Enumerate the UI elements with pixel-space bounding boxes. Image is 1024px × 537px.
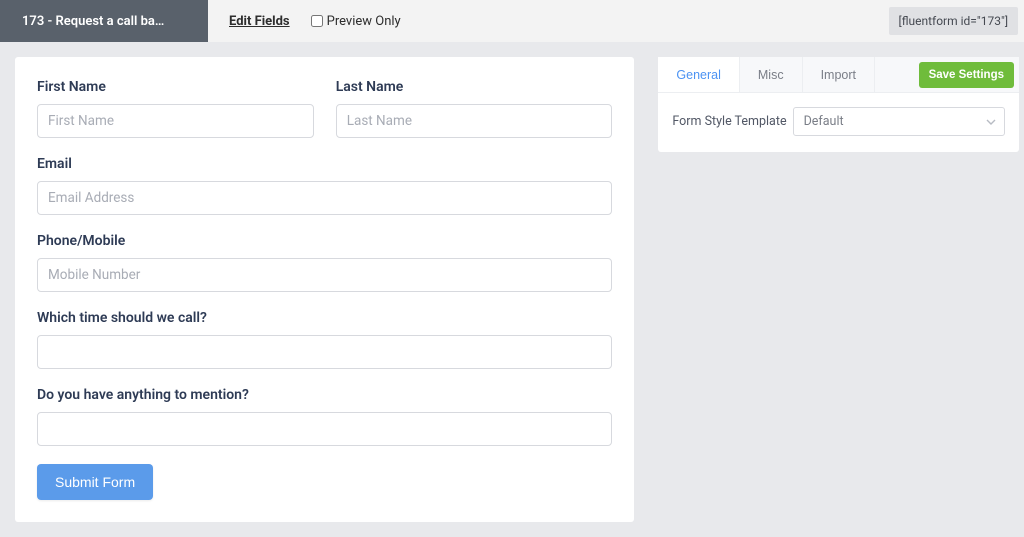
- style-template-label: Form Style Template: [672, 114, 786, 129]
- tab-general[interactable]: General: [658, 57, 739, 92]
- style-template-select[interactable]: Default: [793, 107, 1005, 136]
- style-template-value: Default: [793, 107, 1005, 136]
- form-title-text: 173 - Request a call ba…: [22, 14, 164, 29]
- call-time-label: Which time should we call?: [37, 310, 612, 326]
- call-time-group: Which time should we call?: [37, 310, 612, 369]
- name-row: First Name Last Name: [37, 79, 612, 156]
- last-name-group: Last Name: [336, 79, 613, 138]
- first-name-label: First Name: [37, 79, 314, 95]
- first-name-group: First Name: [37, 79, 314, 138]
- message-group: Do you have anything to mention?: [37, 387, 612, 446]
- message-input[interactable]: [37, 412, 612, 446]
- tab-misc[interactable]: Misc: [740, 57, 803, 92]
- main-area: First Name Last Name Email Phone/Mobile …: [0, 42, 1024, 537]
- form-title-tab[interactable]: 173 - Request a call ba…: [0, 0, 208, 42]
- submit-button[interactable]: Submit Form: [37, 464, 153, 500]
- call-time-input[interactable]: [37, 335, 612, 369]
- phone-group: Phone/Mobile: [37, 233, 612, 292]
- message-label: Do you have anything to mention?: [37, 387, 612, 403]
- preview-only-checkbox[interactable]: [311, 15, 323, 27]
- email-input[interactable]: [37, 181, 612, 215]
- phone-label: Phone/Mobile: [37, 233, 612, 249]
- save-settings-button[interactable]: Save Settings: [919, 62, 1014, 88]
- form-preview-panel: First Name Last Name Email Phone/Mobile …: [15, 57, 634, 522]
- tab-import[interactable]: Import: [803, 57, 875, 92]
- last-name-input[interactable]: [336, 104, 613, 138]
- edit-fields-link[interactable]: Edit Fields: [208, 14, 311, 29]
- email-label: Email: [37, 156, 612, 172]
- preview-only-label: Preview Only: [327, 14, 401, 29]
- settings-tabs: General Misc Import Save Settings: [658, 57, 1019, 93]
- form-shortcode[interactable]: [fluentform id="173"]: [889, 7, 1018, 35]
- first-name-input[interactable]: [37, 104, 314, 138]
- settings-panel: General Misc Import Save Settings Form S…: [658, 57, 1019, 152]
- top-bar: 173 - Request a call ba… Edit Fields Pre…: [0, 0, 1024, 42]
- last-name-label: Last Name: [336, 79, 613, 95]
- email-group: Email: [37, 156, 612, 215]
- preview-only-toggle[interactable]: Preview Only: [311, 14, 401, 29]
- phone-input[interactable]: [37, 258, 612, 292]
- settings-body: Form Style Template Default: [658, 93, 1019, 152]
